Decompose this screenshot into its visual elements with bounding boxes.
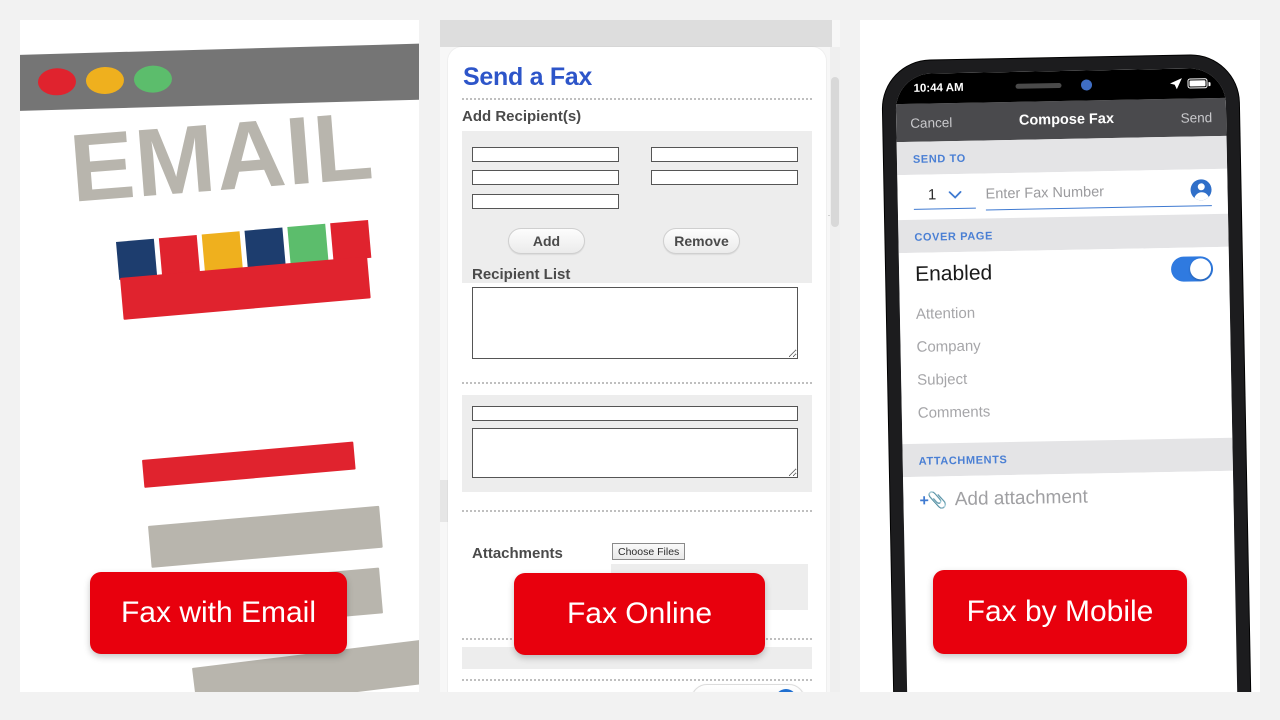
recipient-field-2[interactable]: [651, 147, 798, 162]
send-button[interactable]: Send: [1180, 110, 1212, 126]
recipient-count-value: 1: [927, 186, 937, 204]
location-arrow-icon: [1170, 78, 1182, 90]
cover-page-enabled-row[interactable]: Enabled: [898, 246, 1230, 299]
play-arrow-icon: [775, 689, 798, 692]
recipient-field-5[interactable]: [472, 194, 619, 209]
cta-fax-with-email[interactable]: Fax with Email: [90, 572, 347, 654]
add-recipient-button[interactable]: Add: [508, 228, 585, 254]
swatch: [244, 227, 286, 269]
fax-number-input[interactable]: Enter Fax Number: [985, 182, 1182, 202]
compose-fax-navbar: Cancel Compose Fax Send: [895, 97, 1227, 143]
front-camera-icon: [1080, 79, 1093, 91]
swatch: [201, 231, 243, 273]
cover-page-enabled-label: Enabled: [914, 260, 993, 286]
earpiece-speaker-icon: [1015, 82, 1062, 89]
cta-fax-online[interactable]: Fax Online: [514, 573, 765, 655]
swatch: [287, 223, 329, 265]
ios-status-bar: 10:44 AM: [895, 67, 1226, 105]
window-close-dot-icon: [37, 67, 77, 96]
cta-fax-by-mobile[interactable]: Fax by Mobile: [933, 570, 1187, 654]
chevron-down-icon: [948, 190, 962, 199]
comments-field[interactable]: Comments: [901, 390, 1233, 445]
send-to-row: 1 Enter Fax Number: [897, 168, 1229, 221]
attachments-label: Attachments: [472, 545, 563, 562]
divider: [462, 510, 812, 512]
contact-picker-icon[interactable]: [1190, 179, 1212, 201]
recipient-list-label: Recipient List: [472, 266, 571, 283]
recipient-field-1[interactable]: [472, 147, 619, 162]
status-bar-time: 10:44 AM: [913, 81, 964, 95]
scrollbar-track[interactable]: [830, 47, 840, 692]
choose-files-button[interactable]: Choose Files: [612, 543, 686, 560]
recipient-count-select[interactable]: 1: [913, 185, 976, 210]
swatch: [158, 234, 201, 277]
navbar-title: Compose Fax: [1018, 110, 1115, 129]
send-fax-button[interactable]: Send Fax: [691, 684, 806, 692]
remove-recipient-button[interactable]: Remove: [663, 228, 740, 254]
recipient-field-4[interactable]: [651, 170, 798, 185]
battery-icon: [1187, 78, 1208, 89]
decorative-bar-red: [142, 441, 356, 488]
screenshot-stage: EMAIL E E: [0, 0, 1280, 720]
divider: [462, 98, 812, 100]
window-maximize-dot-icon: [133, 65, 173, 94]
subject-field[interactable]: [472, 406, 798, 421]
fax-number-input-wrap[interactable]: Enter Fax Number: [985, 179, 1212, 211]
swatch: [116, 238, 158, 280]
divider: [462, 382, 812, 384]
page-title: Send a Fax: [463, 63, 592, 91]
divider: [462, 679, 812, 681]
add-attachment-row[interactable]: +📎 Add attachment: [903, 470, 1234, 531]
cancel-button[interactable]: Cancel: [910, 115, 952, 131]
window-minimize-dot-icon: [85, 66, 125, 95]
email-headline: EMAIL: [66, 92, 378, 223]
decorative-bar-gray: [148, 505, 383, 568]
add-attachment-label: Add attachment: [954, 486, 1088, 511]
add-recipients-label: Add Recipient(s): [462, 108, 582, 125]
message-textarea[interactable]: [472, 428, 798, 478]
status-bar-indicators: [1169, 77, 1208, 90]
recipient-list-textarea[interactable]: [472, 287, 798, 359]
recipient-field-3[interactable]: [472, 170, 619, 185]
cover-page-toggle[interactable]: [1170, 256, 1214, 282]
swatch: [330, 219, 372, 262]
add-attachment-paperclip-icon: +📎: [919, 492, 947, 510]
scrollbar-thumb[interactable]: [831, 77, 839, 227]
